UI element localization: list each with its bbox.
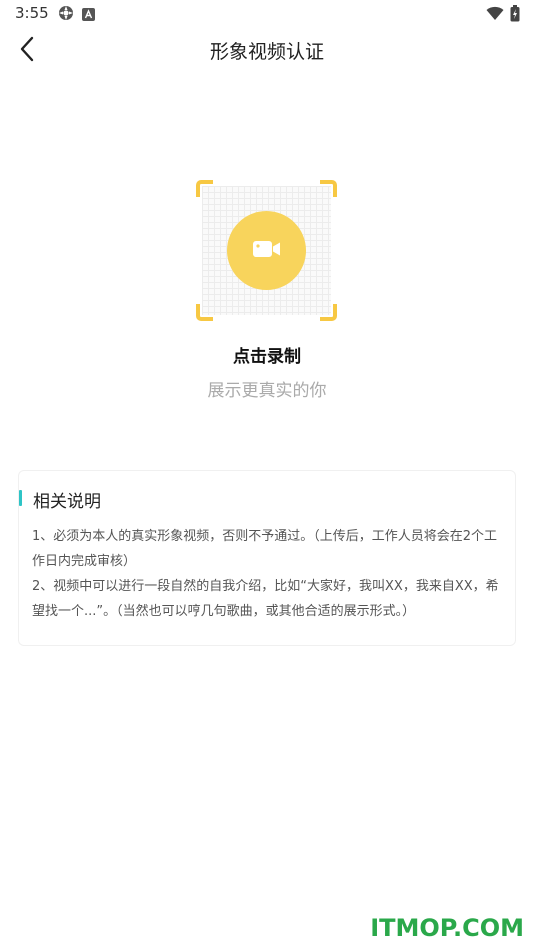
watermark: ITMOP.COM: [370, 914, 524, 942]
frame-corner-top-left: [196, 180, 213, 197]
frame-corner-bottom-left: [196, 304, 213, 321]
video-camera-icon: [252, 240, 281, 262]
info-accent-bar: [19, 490, 22, 506]
info-item-1: 1、必须为本人的真实形象视频，否则不予通过。（上传后，工作人员将会在2个工作日内…: [32, 529, 498, 569]
status-left-icons: [58, 5, 95, 25]
frame-corner-top-right: [320, 180, 337, 197]
info-title: 相关说明: [33, 492, 101, 512]
frame-corner-bottom-right: [320, 304, 337, 321]
nav-bar: 形象视频认证: [0, 28, 534, 74]
status-time: 3:55: [15, 4, 49, 22]
a-notification-icon: [82, 6, 95, 25]
record-circle[interactable]: [227, 211, 306, 290]
status-bar: 3:55: [0, 0, 534, 28]
wifi-icon: [486, 6, 504, 25]
record-label[interactable]: 点击录制: [0, 342, 534, 367]
battery-icon: [510, 5, 520, 26]
info-item-2: 2、视频中可以进行一段自然的自我介绍，比如“大家好，我叫XX，我来自XX，希望找…: [32, 579, 499, 619]
page-title: 形象视频认证: [209, 41, 324, 63]
info-card: 相关说明 1、必须为本人的真实形象视频，否则不予通过。（上传后，工作人员将会在2…: [18, 470, 516, 646]
record-subtitle: 展示更真实的你: [207, 381, 327, 401]
status-right-icons: [486, 5, 520, 26]
settings-gear-icon: [58, 5, 74, 25]
record-video-button[interactable]: [196, 180, 337, 321]
